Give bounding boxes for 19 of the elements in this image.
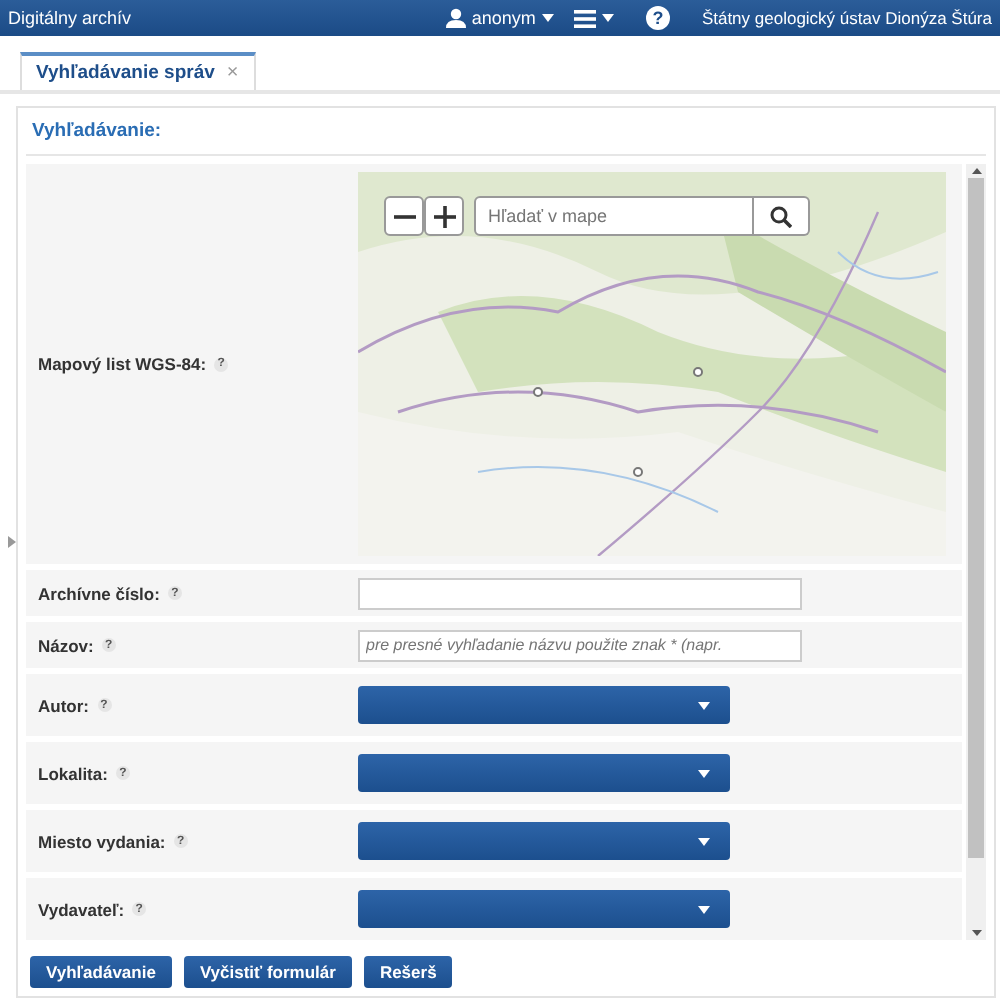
form-button[interactable]: Rešerš: [363, 956, 453, 988]
field-label: Miesto vydania:: [38, 831, 166, 851]
user-menu[interactable]: anonym: [445, 8, 554, 28]
field-label: Názov:: [38, 635, 94, 655]
field-label: Mapový list WGS-84:: [38, 354, 207, 374]
form-button[interactable]: Vyhľadávanie: [30, 956, 172, 988]
tab-label[interactable]: Vyhľadávanie správ: [36, 62, 215, 84]
help-button[interactable]: ?: [645, 6, 670, 30]
section-title: Vyhľadávanie:: [26, 108, 986, 156]
input-field[interactable]: pre presné vyhľadanie názvu použite znak * (napr.: [358, 629, 802, 661]
form-button[interactable]: Vyčistiť formulár: [183, 956, 352, 988]
field-label: Archívne číslo:: [38, 583, 160, 603]
field-label: Vydavateľ:: [38, 899, 125, 919]
field-label: Autor:: [38, 695, 89, 715]
map-search-field[interactable]: Hľadať v mape: [474, 196, 754, 236]
organization-name: Štátny geologický ústav Dionýza Štúra: [701, 8, 992, 28]
field-label: Lokalita:: [38, 763, 108, 783]
app-title[interactable]: Digitálny archív: [8, 8, 132, 28]
tab[interactable]: Vyhľadávanie správ ×: [20, 52, 257, 90]
